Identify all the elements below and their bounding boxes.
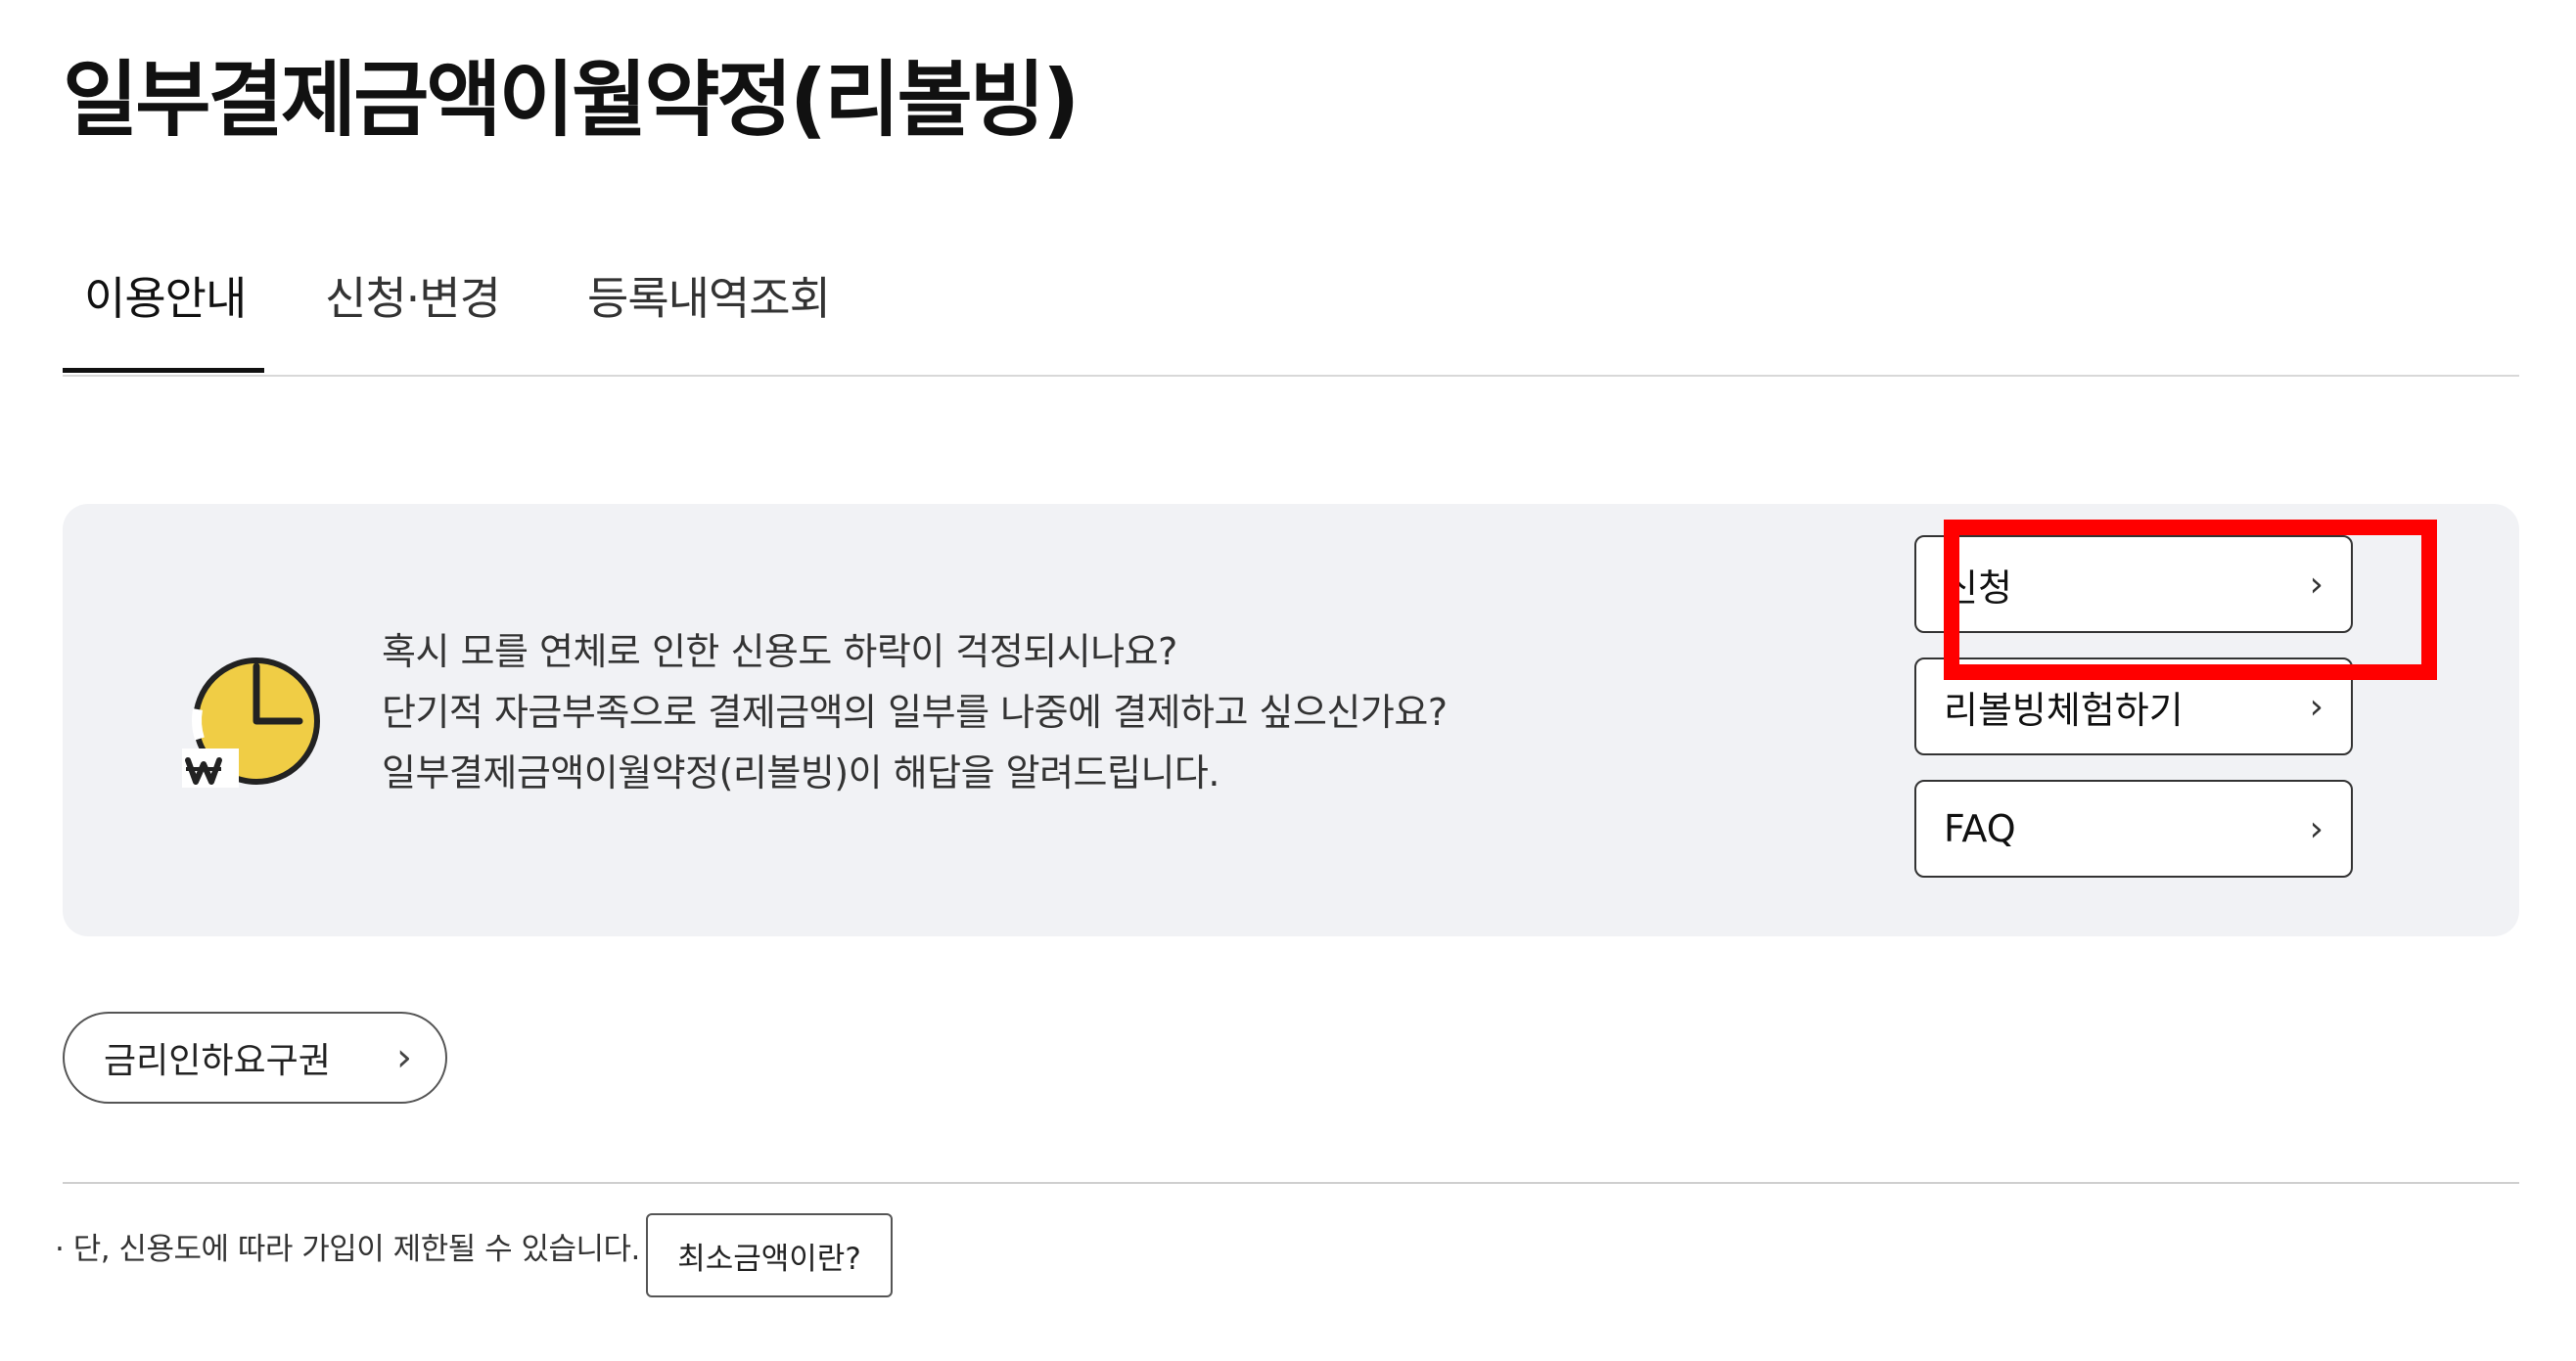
tab-registration-history[interactable]: 등록내역조회 xyxy=(587,264,831,333)
apply-button-label: 신청 xyxy=(1944,566,2012,610)
page-title: 일부결제금액이월약정(리볼빙) xyxy=(63,52,1080,148)
info-line: 일부결제금액이월약정(리볼빙)이 해답을 알려드립니다. xyxy=(382,751,1219,794)
section-divider xyxy=(63,1182,2519,1184)
chevron-right-icon: › xyxy=(2309,686,2323,727)
faq-button[interactable]: FAQ › xyxy=(1914,780,2353,878)
tab-label: 신청·변경 xyxy=(325,272,501,325)
tab-label: 등록내역조회 xyxy=(587,272,831,325)
footer-note: · 단, 신용도에 따라 가입이 제한될 수 있습니다. xyxy=(55,1232,640,1267)
tab-bar: 이용안내 신청·변경 등록내역조회 xyxy=(63,250,2519,376)
apply-button[interactable]: 신청 › xyxy=(1914,535,2353,633)
minimum-amount-button-label: 최소금액이란? xyxy=(677,1241,861,1277)
tab-apply-change[interactable]: 신청·변경 xyxy=(325,264,501,333)
tab-usage-guide[interactable]: 이용안내 xyxy=(84,264,247,333)
tab-label: 이용안내 xyxy=(84,272,247,325)
info-description: 혹시 모를 연체로 인한 신용도 하락이 걱정되시나요? 단기적 자금부족으로 … xyxy=(382,621,1448,803)
interest-rate-reduction-button[interactable]: 금리인하요구권 › xyxy=(63,1012,447,1104)
faq-button-label: FAQ xyxy=(1944,807,2016,850)
revolving-trial-button[interactable]: 리볼빙체험하기 › xyxy=(1914,658,2353,755)
clock-won-icon xyxy=(182,658,320,788)
active-tab-indicator xyxy=(63,368,264,373)
tab-divider xyxy=(63,375,2519,377)
info-line: 혹시 모를 연체로 인한 신용도 하락이 걱정되시나요? xyxy=(382,630,1177,673)
info-line: 단기적 자금부족으로 결제금액의 일부를 나중에 결제하고 싶으신가요? xyxy=(382,691,1448,734)
minimum-amount-button[interactable]: 최소금액이란? xyxy=(646,1213,893,1297)
rate-button-label: 금리인하요구권 xyxy=(104,1041,331,1081)
revolving-trial-button-label: 리볼빙체험하기 xyxy=(1944,688,2184,732)
chevron-right-icon: › xyxy=(396,1035,412,1080)
chevron-right-icon: › xyxy=(2309,808,2323,849)
chevron-right-icon: › xyxy=(2309,564,2323,605)
